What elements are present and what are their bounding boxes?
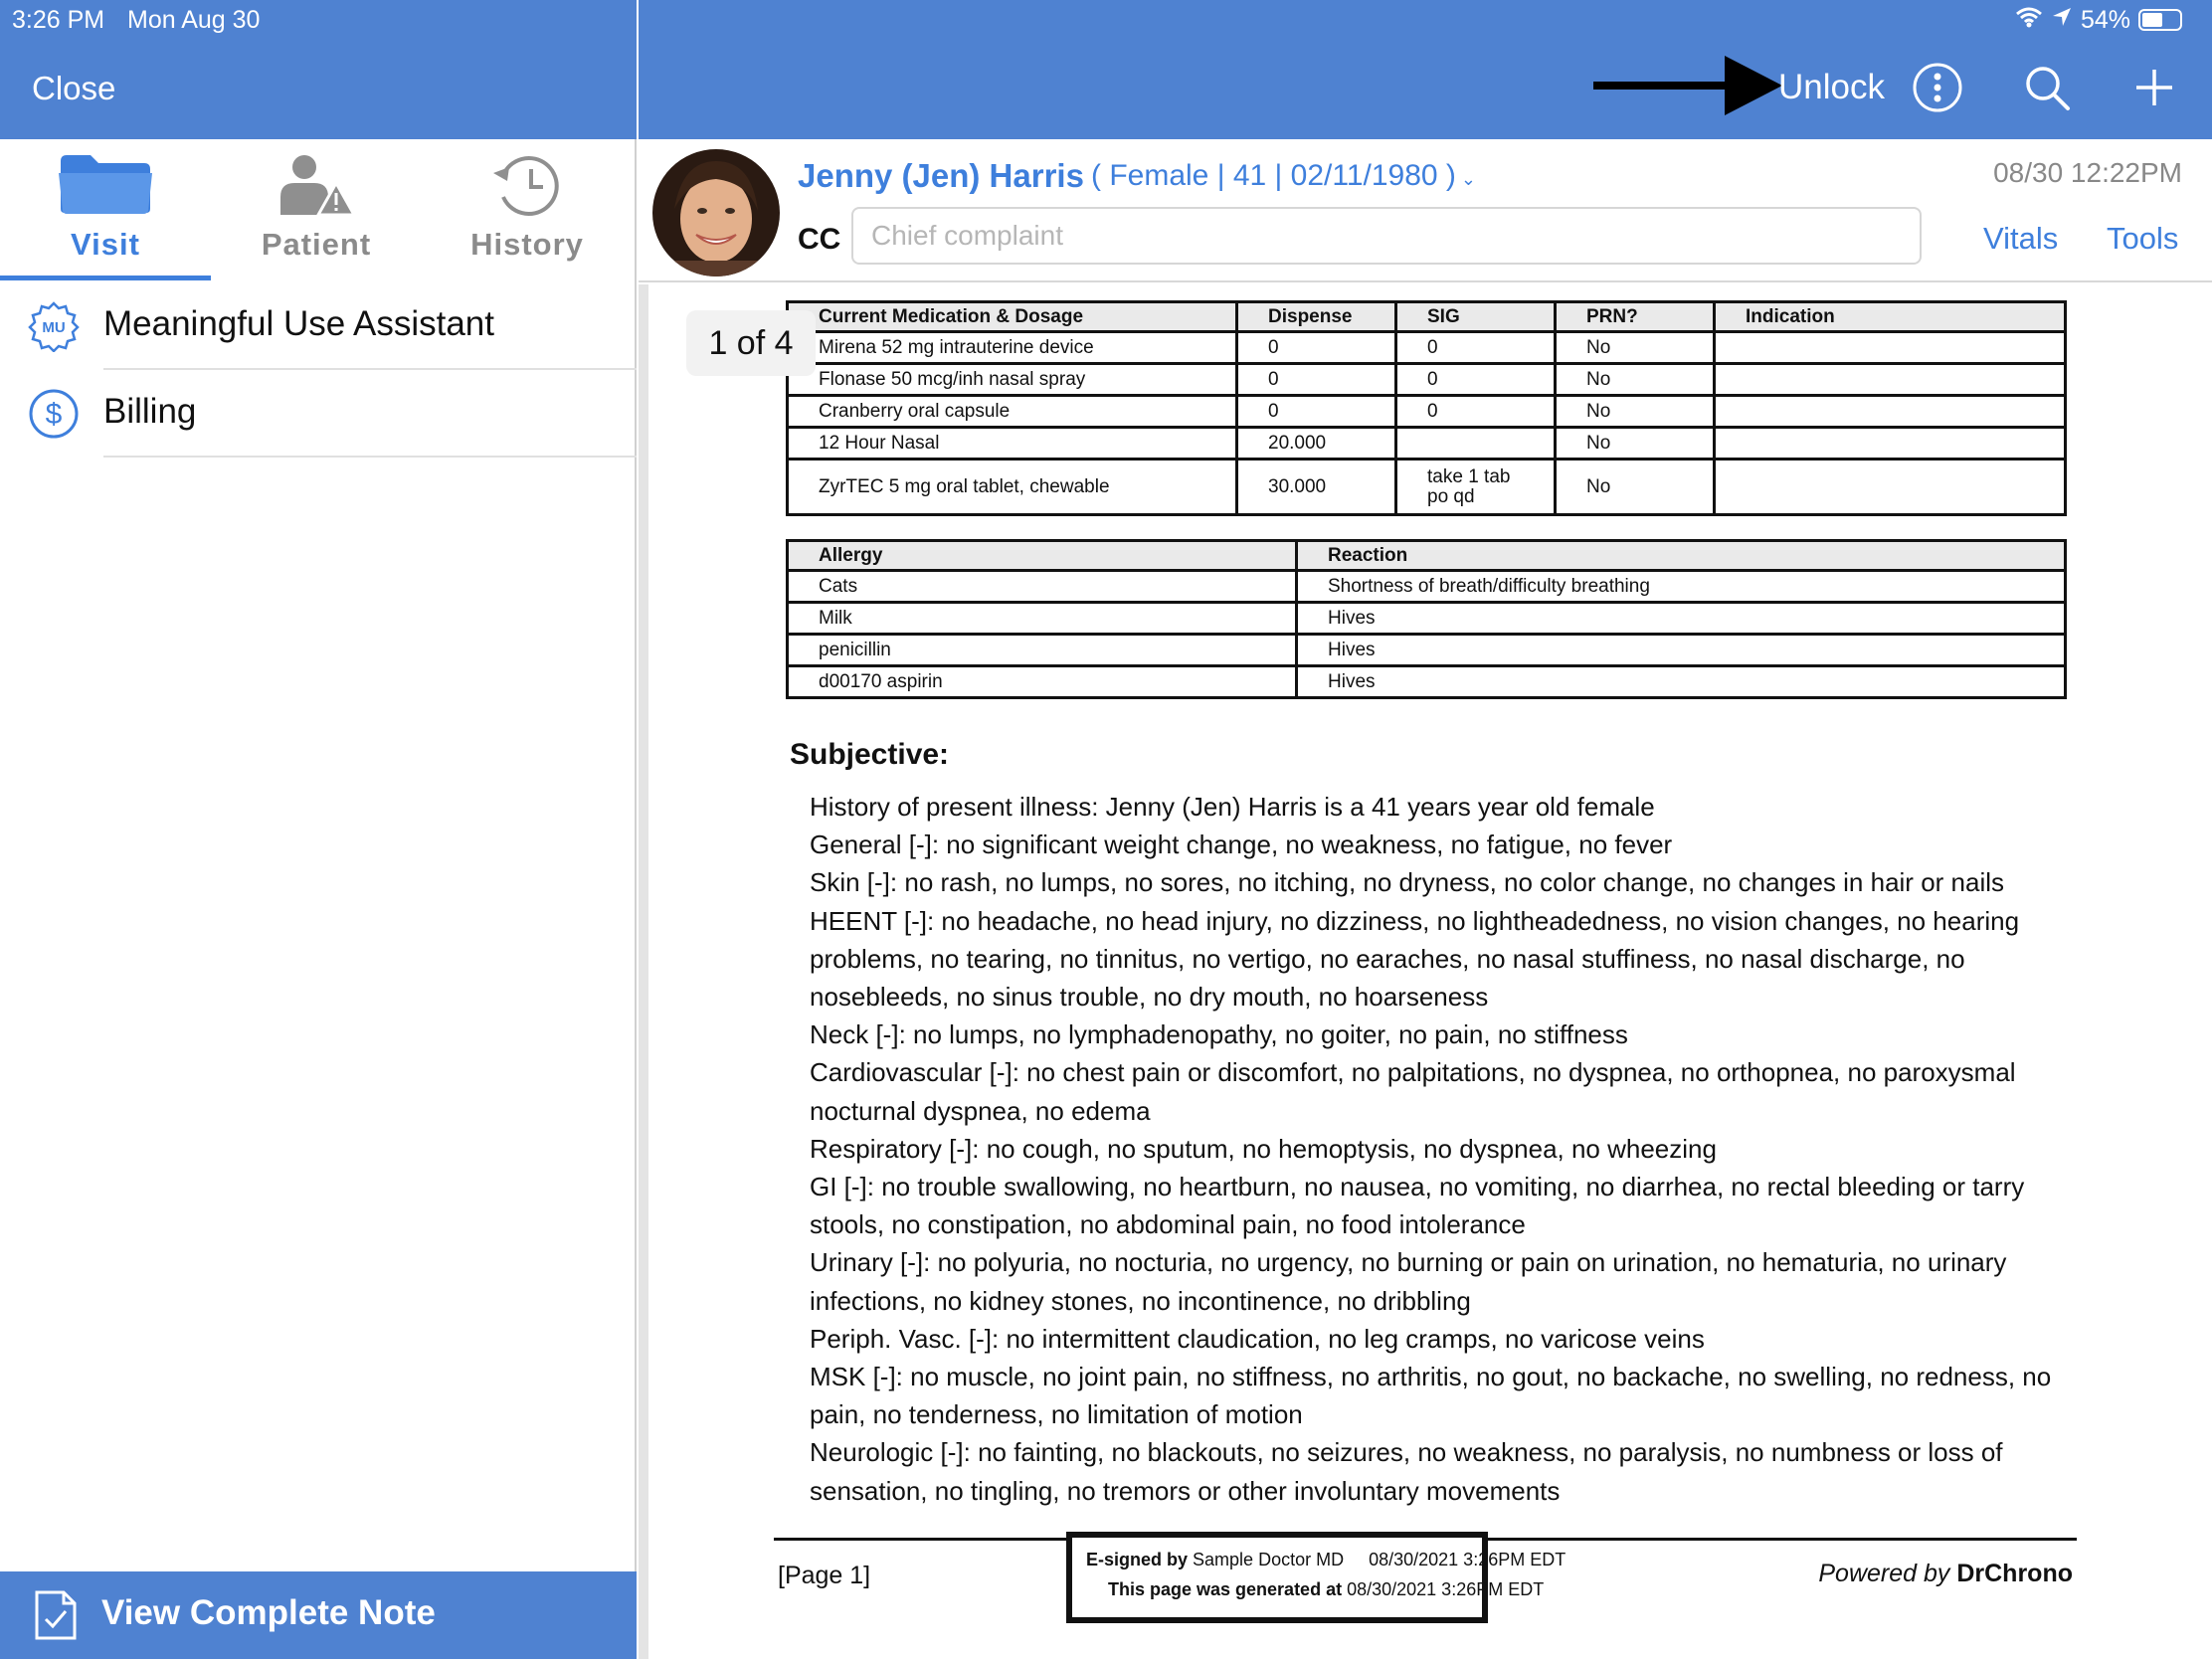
- ros-line: Neurologic [-]: no fainting, no blackout…: [810, 1437, 2003, 1506]
- ros-line: Cardiovascular [-]: no chest pain or dis…: [810, 1057, 2016, 1126]
- cc-label: CC: [798, 223, 841, 256]
- view-complete-note-label: View Complete Note: [101, 1593, 436, 1632]
- status-indicators: 54%: [2015, 4, 2182, 36]
- folder-icon: [57, 153, 154, 220]
- tab-visit-label: Visit: [71, 227, 140, 262]
- patient-alert-icon: [278, 153, 357, 224]
- ros-line: MSK [-]: no muscle, no joint pain, no st…: [810, 1362, 2052, 1430]
- column-header: Allergy: [786, 539, 1298, 572]
- arrow-annotation-icon: [1593, 56, 1782, 120]
- table-row: Flonase 50 mcg/inh nasal spray 0 0 No: [786, 362, 2067, 397]
- patient-name[interactable]: Jenny (Jen) Harris: [798, 157, 1084, 195]
- page-indicator-badge: 1 of 4: [686, 310, 816, 376]
- column-header: Indication: [1713, 300, 2067, 333]
- view-complete-note-button[interactable]: View Complete Note: [0, 1571, 637, 1659]
- tab-visit[interactable]: Visit: [0, 139, 211, 282]
- svg-text:MU: MU: [42, 319, 65, 336]
- visit-time: 08/30 12:22PM: [1993, 157, 2182, 188]
- sidebar-item-billing[interactable]: $ Billing: [0, 370, 637, 458]
- status-time: 3:26 PM: [12, 6, 105, 34]
- ros-line: Urinary [-]: no polyuria, no nocturia, n…: [810, 1247, 2007, 1316]
- tab-patient[interactable]: Patient: [211, 139, 422, 282]
- allergy-table: Allergy Reaction Cats Shortness of breath…: [786, 539, 2067, 699]
- top-nav-bar: 54% Unlock: [639, 0, 2212, 139]
- subjective-section: History of present illness: Jenny (Jen) …: [810, 788, 2063, 1510]
- sidebar-item-label: Meaningful Use Assistant: [103, 304, 494, 343]
- mu-badge-icon: MU: [28, 300, 80, 353]
- battery-icon: [2138, 9, 2182, 31]
- ros-line: GI [-]: no trouble swallowing, no heartb…: [810, 1172, 2025, 1240]
- status-date: Mon Aug 30: [127, 6, 261, 34]
- history-clock-icon: [489, 153, 565, 224]
- column-header: Reaction: [1295, 539, 2067, 572]
- wifi-icon: [2015, 6, 2043, 35]
- ros-line: General [-]: no significant weight chang…: [810, 830, 1673, 860]
- table-header-row: Current Medication & Dosage Dispense SIG…: [786, 300, 2067, 333]
- right-pane: 54% Unlock Jenny (Jen) Harris (Female |…: [639, 0, 2212, 1659]
- ros-line: HEENT [-]: no headache, no head injury, …: [810, 905, 2020, 1013]
- battery-percent: 54%: [2080, 5, 2130, 34]
- table-row: 12 Hour Nasal 20.000 No: [786, 426, 2067, 461]
- dollar-icon: $: [28, 388, 80, 440]
- table-row: penicillin Hives: [786, 633, 2067, 667]
- left-nav-bar: 3:26 PM Mon Aug 30 Close: [0, 0, 637, 139]
- table-row: Mirena 52 mg intrauterine device 0 0 No: [786, 330, 2067, 365]
- search-icon[interactable]: [2021, 62, 2073, 113]
- column-header: Current Medication & Dosage: [786, 300, 1238, 333]
- ros-line: Respiratory [-]: no cough, no sputum, no…: [810, 1133, 1717, 1164]
- add-icon[interactable]: [2128, 62, 2180, 113]
- tab-history[interactable]: History: [422, 139, 633, 282]
- active-tab-indicator: [0, 276, 211, 280]
- patient-header: Jenny (Jen) Harris ( Female | 41 | 02/11…: [639, 139, 2212, 282]
- ros-line: Neck [-]: no lumps, no lymphadenopathy, …: [810, 1019, 1628, 1050]
- column-header: PRN?: [1554, 300, 1716, 333]
- table-header-row: Allergy Reaction: [786, 539, 2067, 572]
- location-arrow-icon: [2051, 6, 2073, 35]
- ros-line: Skin [-]: no rash, no lumps, no sores, n…: [810, 867, 2005, 898]
- sidebar-item-meaningful-use[interactable]: MU Meaningful Use Assistant: [0, 282, 637, 370]
- sidebar-item-label: Billing: [103, 392, 197, 431]
- table-row: Cats Shortness of breath/difficulty breat…: [786, 569, 2067, 604]
- more-options-icon[interactable]: [1912, 62, 1963, 113]
- vitals-button[interactable]: Vitals: [1983, 221, 2058, 257]
- table-row: Milk Hives: [786, 601, 2067, 636]
- visit-tabs: Visit Patient History: [0, 139, 637, 282]
- table-row: Cranberry oral capsule 0 0 No: [786, 394, 2067, 429]
- note-check-icon: [34, 1589, 78, 1646]
- left-pane: 3:26 PM Mon Aug 30 Close Visit Patient H…: [0, 0, 637, 1659]
- ros-line: Periph. Vasc. [-]: no intermittent claud…: [810, 1323, 1705, 1354]
- powered-by: Powered by DrChrono: [1818, 1560, 2073, 1587]
- ros-line: History of present illness: Jenny (Jen) …: [810, 792, 1655, 822]
- subjective-heading: Subjective:: [790, 738, 950, 771]
- tools-button[interactable]: Tools: [2107, 221, 2178, 257]
- column-header: SIG: [1394, 300, 1557, 333]
- chief-complaint-input[interactable]: [851, 207, 1922, 265]
- chevron-down-icon: ⌄: [1455, 169, 1476, 189]
- column-header: Dispense: [1235, 300, 1397, 333]
- svg-text:$: $: [46, 398, 63, 431]
- unlock-button[interactable]: Unlock: [1778, 68, 1885, 107]
- esign-box: E-signed by Sample Doctor MD 08/30/2021 …: [1066, 1532, 1566, 1623]
- divider: [103, 456, 637, 458]
- table-row: ZyrTEC 5 mg oral tablet, chewable 30.000 t…: [786, 458, 2067, 516]
- medication-table: Current Medication & Dosage Dispense SIG…: [786, 300, 2067, 516]
- page-number-label: [Page 1]: [778, 1562, 871, 1589]
- close-button[interactable]: Close: [32, 70, 115, 107]
- tab-history-label: History: [470, 227, 584, 262]
- patient-demographics[interactable]: ( Female | 41 | 02/11/1980 ) ⌄: [1091, 159, 1476, 193]
- table-row: d00170 aspirin Hives: [786, 664, 2067, 699]
- tab-patient-label: Patient: [261, 227, 372, 262]
- avatar: [652, 149, 780, 276]
- note-document[interactable]: Current Medication & Dosage Dispense SIG…: [639, 284, 2212, 1659]
